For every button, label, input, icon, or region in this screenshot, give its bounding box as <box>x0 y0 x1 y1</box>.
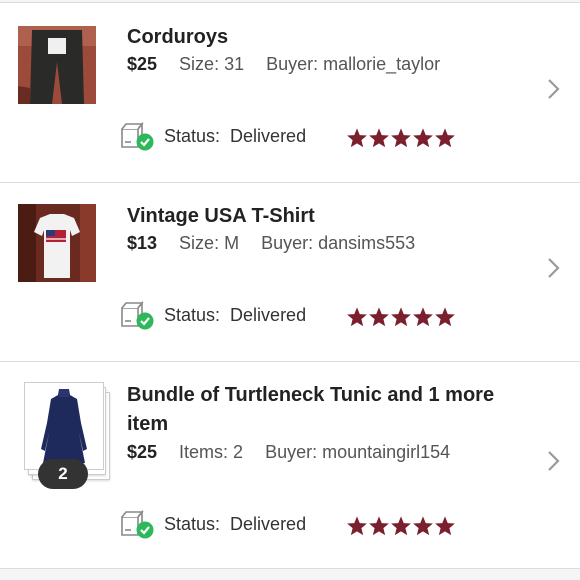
star-icon <box>435 307 455 327</box>
item-thumbnail <box>24 382 104 470</box>
star-icon <box>413 128 433 148</box>
item-thumbnail <box>18 204 96 282</box>
status-text: Status: Delivered <box>164 304 307 325</box>
item-buyer: Buyer: dansims553 <box>261 233 416 253</box>
order-row[interactable]: Vintage USA T-Shirt $13 Size: M Buyer: dan… <box>0 182 580 361</box>
order-row[interactable]: 2 Bundle of Turtleneck Tunic and 1 more … <box>0 361 580 569</box>
rating-stars <box>346 515 456 537</box>
star-icon <box>369 128 389 148</box>
bundle-count-badge: 2 <box>38 459 88 489</box>
star-icon <box>391 307 411 327</box>
status-row: Status: Delivered <box>120 121 306 151</box>
status-row: Status: Delivered <box>120 300 306 330</box>
star-icon <box>369 516 389 536</box>
item-price: $13 <box>127 233 158 253</box>
item-price: $25 <box>127 442 158 462</box>
item-size: Size: 31 <box>179 54 245 74</box>
status-text: Status: Delivered <box>164 513 307 534</box>
chevron-right-icon <box>548 258 560 278</box>
item-title: Corduroys <box>127 26 229 48</box>
rating-stars <box>346 127 456 149</box>
star-icon <box>391 516 411 536</box>
delivered-box-icon <box>121 121 154 151</box>
item-title: Vintage USA T-Shirt <box>127 205 315 227</box>
item-buyer: Buyer: mallorie_taylor <box>266 54 441 74</box>
star-icon <box>413 307 433 327</box>
star-icon <box>435 516 455 536</box>
item-buyer: Buyer: mountaingirl154 <box>265 442 451 462</box>
chevron-right-icon <box>548 79 560 99</box>
order-list: Corduroys $25 Size: 31 Buyer: mallorie_tay… <box>0 0 580 580</box>
star-icon <box>347 307 367 327</box>
star-icon <box>369 307 389 327</box>
star-icon <box>347 516 367 536</box>
status-text: Status: Delivered <box>164 125 307 146</box>
item-meta: $25 Size: 31 Buyer: mallorie_taylor <box>127 54 440 75</box>
star-icon <box>391 128 411 148</box>
status-row: Status: Delivered <box>120 509 306 539</box>
item-price: $25 <box>127 54 158 74</box>
item-meta: $25 Items: 2 Buyer: mountaingirl154 <box>127 442 450 463</box>
chevron-right-icon <box>548 451 560 471</box>
delivered-box-icon <box>121 300 154 330</box>
item-count: Items: 2 <box>179 442 244 462</box>
item-size: Size: M <box>179 233 240 253</box>
star-icon <box>413 516 433 536</box>
item-title: Bundle of Turtleneck Tunic and 1 more it… <box>127 384 495 435</box>
delivered-box-icon <box>121 509 154 539</box>
order-row[interactable]: Corduroys $25 Size: 31 Buyer: mallorie_tay… <box>0 2 580 182</box>
star-icon <box>435 128 455 148</box>
item-thumbnail <box>18 26 96 104</box>
star-icon <box>347 128 367 148</box>
item-meta: $13 Size: M Buyer: dansims553 <box>127 233 415 254</box>
rating-stars <box>346 306 456 328</box>
